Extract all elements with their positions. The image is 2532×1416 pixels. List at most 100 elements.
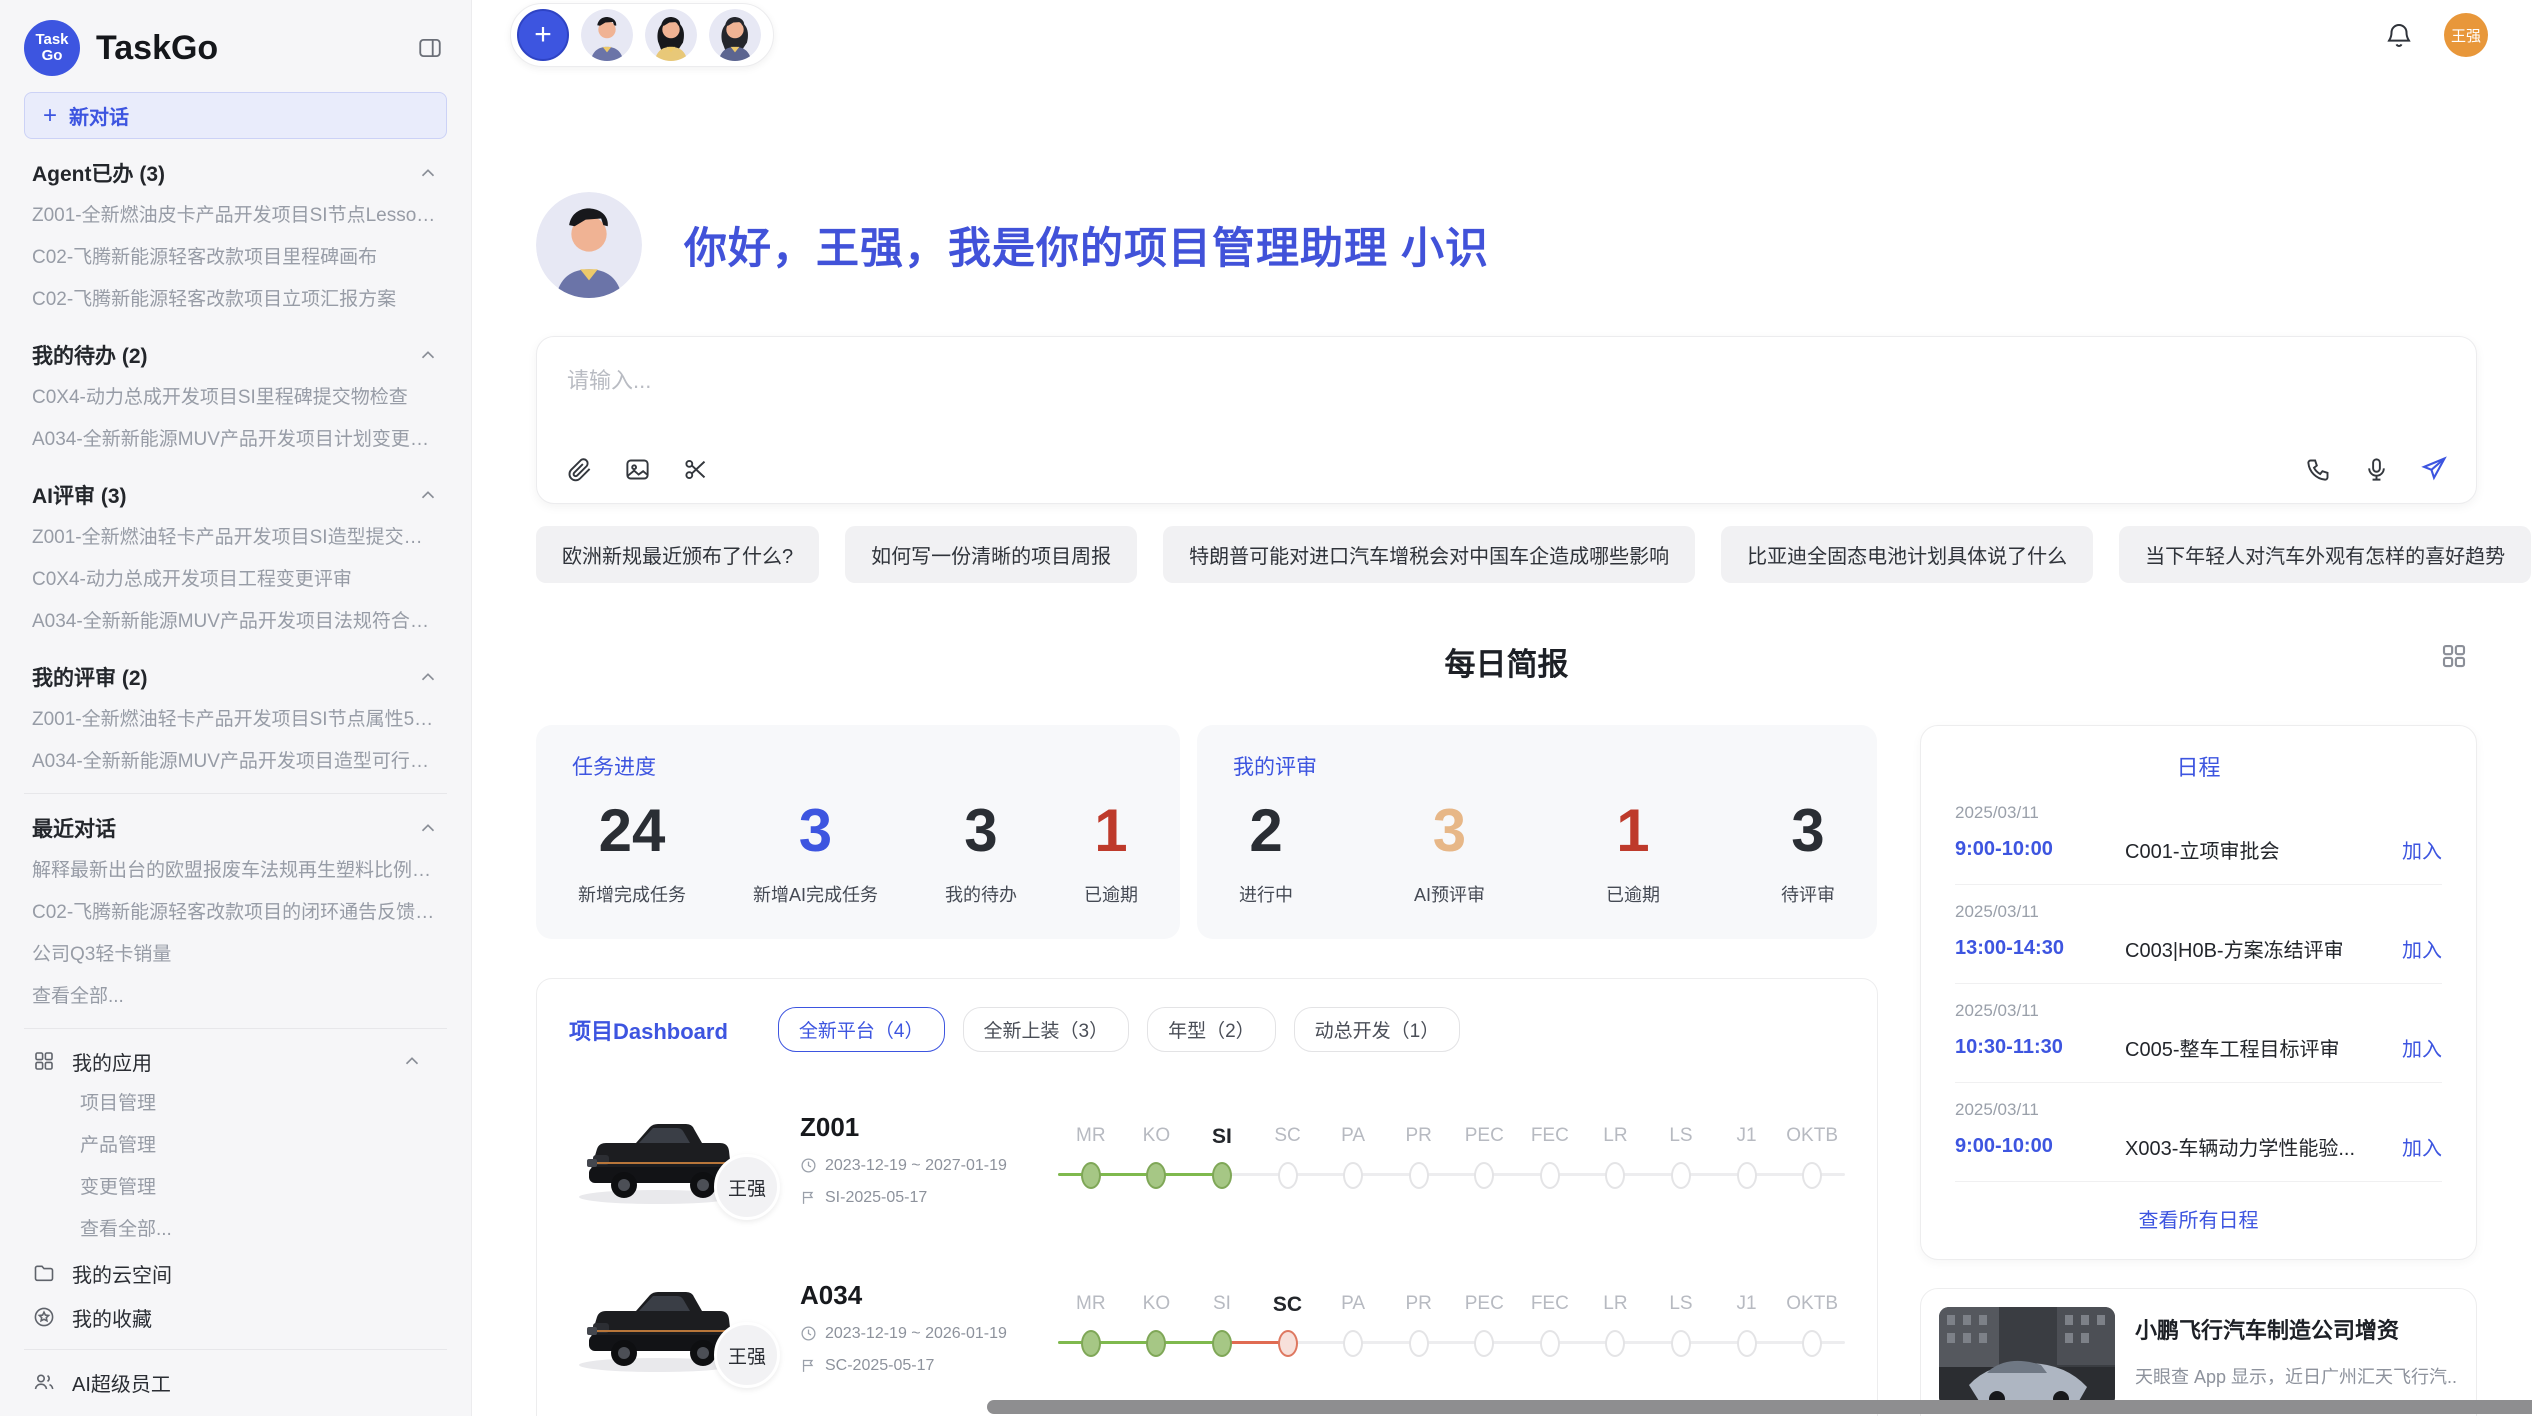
recent-chat-item[interactable]: 解释最新出台的欧盟报废车法规再生塑料比例被调至15%... <box>24 850 447 892</box>
chevron-up-icon[interactable] <box>401 1050 423 1072</box>
event-join-link[interactable]: 加入 <box>2402 835 2442 864</box>
greeting-block: 你好，王强，我是你的项目管理助理 小识 <box>536 192 2477 298</box>
microphone-icon[interactable] <box>2360 453 2392 485</box>
agent-avatar-1[interactable] <box>581 9 633 61</box>
milestone-dot[interactable] <box>1802 1330 1822 1357</box>
milestone-dot[interactable] <box>1671 1330 1691 1357</box>
sidebar-tool-people[interactable]: AI超级员工 <box>24 1360 447 1404</box>
chevron-up-icon[interactable] <box>417 666 439 688</box>
milestone-dot-cell <box>1517 1157 1583 1193</box>
phone-icon[interactable] <box>2302 453 2334 485</box>
dashboard-tab[interactable]: 动总开发（1） <box>1294 1007 1461 1052</box>
sidebar-section-header[interactable]: AI评审 (3) <box>32 477 439 513</box>
milestone-dot[interactable] <box>1081 1162 1101 1189</box>
sidebar-item-my-apps[interactable]: 我的应用 <box>24 1039 447 1083</box>
milestone-dot[interactable] <box>1409 1162 1429 1189</box>
milestone-dot[interactable] <box>1146 1330 1166 1357</box>
sidebar-task-item[interactable]: Z001-全新燃油轻卡产品开发项目SI节点属性5D文件评审 <box>24 699 447 741</box>
scissors-icon[interactable] <box>679 453 711 485</box>
project-row[interactable]: 王强 Z001 2023-12-19 ~ 2027-01-19 SI-2025-… <box>569 1098 1845 1220</box>
milestone-dot[interactable] <box>1343 1162 1363 1189</box>
milestone-dot[interactable] <box>1605 1162 1625 1189</box>
suggestion-chip[interactable]: 当下年轻人对汽车外观有怎样的喜好趋势 <box>2119 526 2531 583</box>
sidebar-section-header[interactable]: 我的待办 (2) <box>32 337 439 373</box>
milestone-dot[interactable] <box>1802 1162 1822 1189</box>
recent-chat-item[interactable]: 查看全部... <box>24 976 447 1018</box>
chevron-up-icon[interactable] <box>417 162 439 184</box>
sidebar-section-header[interactable]: 我的评审 (2) <box>32 659 439 695</box>
event-join-link[interactable]: 加入 <box>2402 1132 2442 1161</box>
recent-chat-item[interactable]: 公司Q3轻卡销量 <box>24 934 447 976</box>
sidebar-task-item[interactable]: C02-飞腾新能源轻客改款项目里程碑画布 <box>24 237 447 279</box>
project-row[interactable]: 王强 A034 2023-12-19 ~ 2026-01-19 SC-2025-… <box>569 1266 1845 1388</box>
sidebar-task-item[interactable]: A034-全新新能源MUV产品开发项目造型可行性评审 <box>24 741 447 783</box>
suggestion-chip[interactable]: 比亚迪全固态电池计划具体说了什么 <box>1721 526 2093 583</box>
stat-label: 新增完成任务 <box>578 881 686 907</box>
app-shortcut-item[interactable]: 项目管理 <box>24 1083 447 1125</box>
sidebar-header: Task Go TaskGo <box>24 18 447 78</box>
event-join-link[interactable]: 加入 <box>2402 1033 2442 1062</box>
sidebar-task-item[interactable]: Z001-全新燃油轻卡产品开发项目SI造型提交物评审 <box>24 517 447 559</box>
milestone-dot[interactable] <box>1540 1330 1560 1357</box>
agent-avatar-3[interactable] <box>709 9 761 61</box>
layout-grid-icon[interactable] <box>2439 641 2469 671</box>
milestone-dot[interactable] <box>1474 1162 1494 1189</box>
horizontal-scrollbar[interactable] <box>987 1400 2532 1414</box>
suggestion-chip[interactable]: 如何写一份清晰的项目周报 <box>845 526 1137 583</box>
sidebar-task-item[interactable]: Z001-全新燃油皮卡产品开发项目SI节点Lesson Learn报告 <box>24 195 447 237</box>
milestone-dot[interactable] <box>1605 1330 1625 1357</box>
milestone-dot[interactable] <box>1737 1330 1757 1357</box>
milestone-dot[interactable] <box>1278 1162 1298 1189</box>
dashboard-tab[interactable]: 全新上装（3） <box>963 1007 1130 1052</box>
sidebar-item-folder[interactable]: 我的云空间 <box>24 1251 447 1295</box>
milestone-dot[interactable] <box>1737 1162 1757 1189</box>
milestone-dot[interactable] <box>1409 1330 1429 1357</box>
agent-avatar-2[interactable] <box>645 9 697 61</box>
image-icon[interactable] <box>621 453 653 485</box>
add-agent-button[interactable]: + <box>517 9 569 61</box>
sidebar-task-item[interactable]: C02-飞腾新能源轻客改款项目立项汇报方案 <box>24 279 447 321</box>
milestone-dot[interactable] <box>1671 1162 1691 1189</box>
app-shortcut-item[interactable]: 产品管理 <box>24 1125 447 1167</box>
new-chat-button[interactable]: + 新对话 <box>24 92 447 139</box>
notification-bell-icon[interactable] <box>2382 18 2416 52</box>
milestone-dot[interactable] <box>1474 1330 1494 1357</box>
schedule-events: 2025/03/11 9:00-10:00 C001-立项审批会 加入 2025… <box>1955 786 2442 1182</box>
milestone-dot[interactable] <box>1343 1330 1363 1357</box>
milestone-dot[interactable] <box>1212 1330 1232 1357</box>
milestone-dot[interactable] <box>1146 1162 1166 1189</box>
chevron-up-icon[interactable] <box>417 484 439 506</box>
sidebar-task-item[interactable]: C0X4-动力总成开发项目SI里程碑提交物检查 <box>24 377 447 419</box>
sidebar-item-star[interactable]: 我的收藏 <box>24 1295 447 1339</box>
milestone-dot-cell <box>1058 1157 1124 1193</box>
app-shortcut-item[interactable]: 查看全部... <box>24 1209 447 1251</box>
news-card[interactable]: 小鹏飞行汽车制造公司增资 天眼查 App 显示，近日广州汇天飞行汽... <box>1920 1288 2477 1416</box>
sidebar-tool-write[interactable]: 帮我写作 <box>24 1404 447 1416</box>
milestone-dot[interactable] <box>1212 1162 1232 1189</box>
view-all-schedule-link[interactable]: 查看所有日程 <box>1955 1182 2442 1239</box>
sidebar-task-item[interactable]: A034-全新新能源MUV产品开发项目法规符合性评审 <box>24 601 447 643</box>
send-icon[interactable] <box>2418 453 2450 485</box>
chevron-up-icon[interactable] <box>417 344 439 366</box>
dashboard-tab[interactable]: 全新平台（4） <box>778 1007 945 1052</box>
sidebar-collapse-icon[interactable] <box>413 31 447 65</box>
stat-item: 3 AI预评审 <box>1414 795 1485 907</box>
app-shortcut-item[interactable]: 变更管理 <box>24 1167 447 1209</box>
attachment-icon[interactable] <box>563 453 595 485</box>
suggestion-chip[interactable]: 欧洲新规最近颁布了什么? <box>536 526 819 583</box>
chat-input[interactable] <box>537 337 2476 433</box>
sidebar-task-item[interactable]: A034-全新新能源MUV产品开发项目计划变更表编写 <box>24 419 447 461</box>
milestone-dot[interactable] <box>1278 1330 1298 1357</box>
suggestion-chip[interactable]: 特朗普可能对进口汽车增税会对中国车企造成哪些影响 <box>1163 526 1695 583</box>
sidebar-task-item[interactable]: C0X4-动力总成开发项目工程变更评审 <box>24 559 447 601</box>
milestone-dot[interactable] <box>1540 1162 1560 1189</box>
stat-label: 待评审 <box>1781 881 1835 907</box>
user-avatar[interactable]: 王强 <box>2444 13 2488 57</box>
milestone-dot[interactable] <box>1081 1330 1101 1357</box>
dashboard-tab[interactable]: 年型（2） <box>1147 1007 1276 1052</box>
recent-chat-item[interactable]: C02-飞腾新能源轻客改款项目的闭环通告反馈情况 <box>24 892 447 934</box>
sidebar-section-header[interactable]: 最近对话 <box>32 810 439 846</box>
sidebar-section-header[interactable]: Agent已办 (3) <box>32 155 439 191</box>
event-join-link[interactable]: 加入 <box>2402 934 2442 963</box>
chevron-up-icon[interactable] <box>417 817 439 839</box>
